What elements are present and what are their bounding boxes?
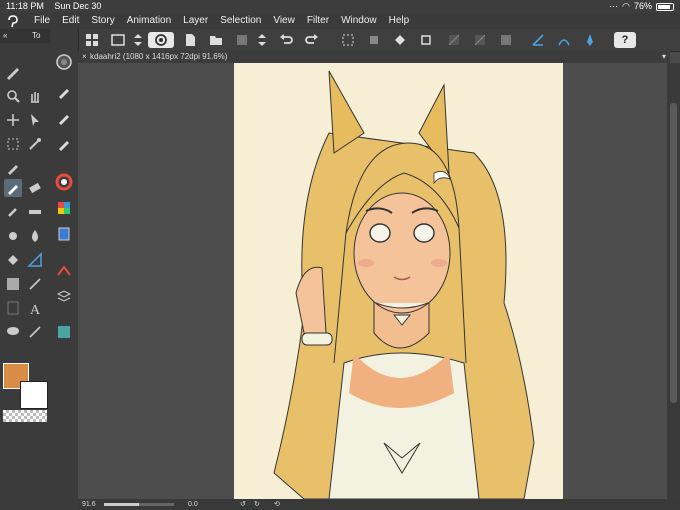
- color-set-icon[interactable]: [55, 199, 73, 217]
- balloon-tool-icon[interactable]: [4, 323, 22, 341]
- brush-tool-icon[interactable]: [4, 179, 22, 197]
- zoom-tool-icon[interactable]: [4, 87, 22, 105]
- menu-help[interactable]: Help: [389, 13, 410, 29]
- layer-color-icon[interactable]: [234, 32, 250, 48]
- magic-wand-icon[interactable]: [26, 135, 44, 153]
- reset-rotation-icon[interactable]: ⟲: [274, 499, 280, 510]
- tab-menu-icon[interactable]: ▾: [662, 51, 666, 63]
- deselect-icon[interactable]: [340, 32, 356, 48]
- new-file-icon[interactable]: [182, 32, 198, 48]
- app-logo-icon[interactable]: [6, 14, 20, 28]
- eraser-tool-icon[interactable]: [26, 179, 44, 197]
- select-all-icon[interactable]: [498, 32, 514, 48]
- grid-icon[interactable]: [84, 32, 100, 48]
- decoration-tool-icon[interactable]: [26, 203, 44, 221]
- fill-icon[interactable]: [392, 32, 408, 48]
- brush-preset-2-icon[interactable]: [55, 109, 73, 127]
- ios-status-bar: 11:18 PM Sun Dec 30 ··· ◠ 76%: [0, 0, 680, 13]
- crop-icon[interactable]: [418, 32, 434, 48]
- brush-preset-1-icon[interactable]: [55, 83, 73, 101]
- zoom-circle-icon[interactable]: [55, 53, 73, 71]
- menu-filter[interactable]: Filter: [307, 13, 329, 29]
- layer-property-icon[interactable]: [55, 287, 73, 305]
- tool-panel: « To A: [0, 29, 51, 510]
- status-time: 11:18 PM: [6, 1, 44, 11]
- menu-story[interactable]: Story: [91, 13, 114, 29]
- sub-color-swatch[interactable]: [20, 381, 48, 409]
- rotate-right-icon[interactable]: ↻: [254, 499, 260, 510]
- clear-icon[interactable]: [446, 32, 462, 48]
- airbrush-tool-icon[interactable]: [4, 203, 22, 221]
- menu-view[interactable]: View: [273, 13, 295, 29]
- fill-tool-icon[interactable]: [26, 227, 44, 245]
- command-bar: ?: [78, 29, 680, 52]
- document-tab[interactable]: × kdaahri2 (1080 x 1416px 72dpi 91.6%) ▾: [78, 51, 670, 63]
- svg-text:A: A: [30, 303, 41, 317]
- layer-stepper-icon[interactable]: [254, 32, 270, 48]
- battery-percent: 76%: [633, 1, 652, 11]
- document-title: kdaahri2 (1080 x 1416px 72dpi 91.6%): [90, 52, 228, 61]
- line-tool-icon[interactable]: [26, 275, 44, 293]
- eyedropper-icon[interactable]: [4, 159, 22, 177]
- menu-bar: File Edit Story Animation Layer Selectio…: [0, 13, 680, 30]
- color-history-icon[interactable]: [55, 225, 73, 243]
- select-tool-icon[interactable]: [4, 135, 22, 153]
- symmetry-icon[interactable]: [556, 32, 572, 48]
- menu-edit[interactable]: Edit: [62, 13, 79, 29]
- brush-preset-3-icon[interactable]: [55, 135, 73, 153]
- menu-file[interactable]: File: [34, 13, 50, 29]
- redo-icon[interactable]: [304, 32, 320, 48]
- clear-outside-icon[interactable]: [472, 32, 488, 48]
- tool-property-icon[interactable]: [55, 261, 73, 279]
- panel-collapse-icon[interactable]: «: [3, 29, 7, 43]
- sub-tool-panel: [50, 29, 79, 510]
- battery-icon: [656, 2, 674, 11]
- spinner-icon[interactable]: [130, 32, 146, 48]
- transparent-color-swatch[interactable]: [3, 410, 47, 422]
- menu-layer[interactable]: Layer: [183, 13, 208, 29]
- pen-ruler-icon[interactable]: [530, 32, 546, 48]
- scrollbar-thumb[interactable]: [670, 103, 677, 403]
- zoom-slider[interactable]: [104, 503, 174, 506]
- rotate-left-icon[interactable]: ↺: [240, 499, 246, 510]
- menu-window[interactable]: Window: [341, 13, 377, 29]
- canvas-status-bar: 91.6 0.0 ↺ ↻ ⟲: [78, 499, 680, 510]
- pen-tool-icon[interactable]: [4, 63, 22, 81]
- status-date: Sun Dec 30: [54, 1, 102, 11]
- zoom-level[interactable]: 91.6: [82, 499, 96, 510]
- move-tool-icon[interactable]: [4, 111, 22, 129]
- open-folder-icon[interactable]: [208, 32, 224, 48]
- object-tool-icon[interactable]: [26, 111, 44, 129]
- close-icon[interactable]: ×: [82, 51, 87, 63]
- vertical-scrollbar[interactable]: [667, 63, 680, 499]
- transform-icon[interactable]: [366, 32, 382, 48]
- text-tool-icon[interactable]: A: [26, 299, 44, 317]
- tool-panel-header: « To: [0, 29, 50, 43]
- navigator-icon[interactable]: [55, 323, 73, 341]
- pen-pressure-icon[interactable]: [582, 32, 598, 48]
- panel-title: To: [32, 31, 41, 40]
- ruler-tool-icon[interactable]: [26, 251, 44, 269]
- help-button[interactable]: ?: [614, 32, 636, 48]
- blend-tool-icon[interactable]: [4, 227, 22, 245]
- signal-icon: ···: [609, 1, 619, 11]
- menu-animation[interactable]: Animation: [127, 13, 171, 29]
- frame-tool-icon[interactable]: [4, 299, 22, 317]
- menu-selection[interactable]: Selection: [220, 13, 261, 29]
- correct-line-tool-icon[interactable]: [26, 323, 44, 341]
- hand-tool-icon[interactable]: [26, 87, 44, 105]
- rotation-angle[interactable]: 0.0: [188, 499, 198, 510]
- color-wheel-icon[interactable]: [55, 173, 73, 191]
- undo-icon[interactable]: [278, 32, 294, 48]
- gradient-tool-icon[interactable]: [4, 275, 22, 293]
- artwork-canvas[interactable]: [234, 63, 563, 499]
- canvas-icon[interactable]: [110, 32, 126, 48]
- canvas-area[interactable]: [78, 63, 667, 499]
- wifi-icon: ◠: [622, 1, 630, 11]
- redraw-icon[interactable]: [148, 32, 174, 48]
- bucket-tool-icon[interactable]: [4, 251, 22, 269]
